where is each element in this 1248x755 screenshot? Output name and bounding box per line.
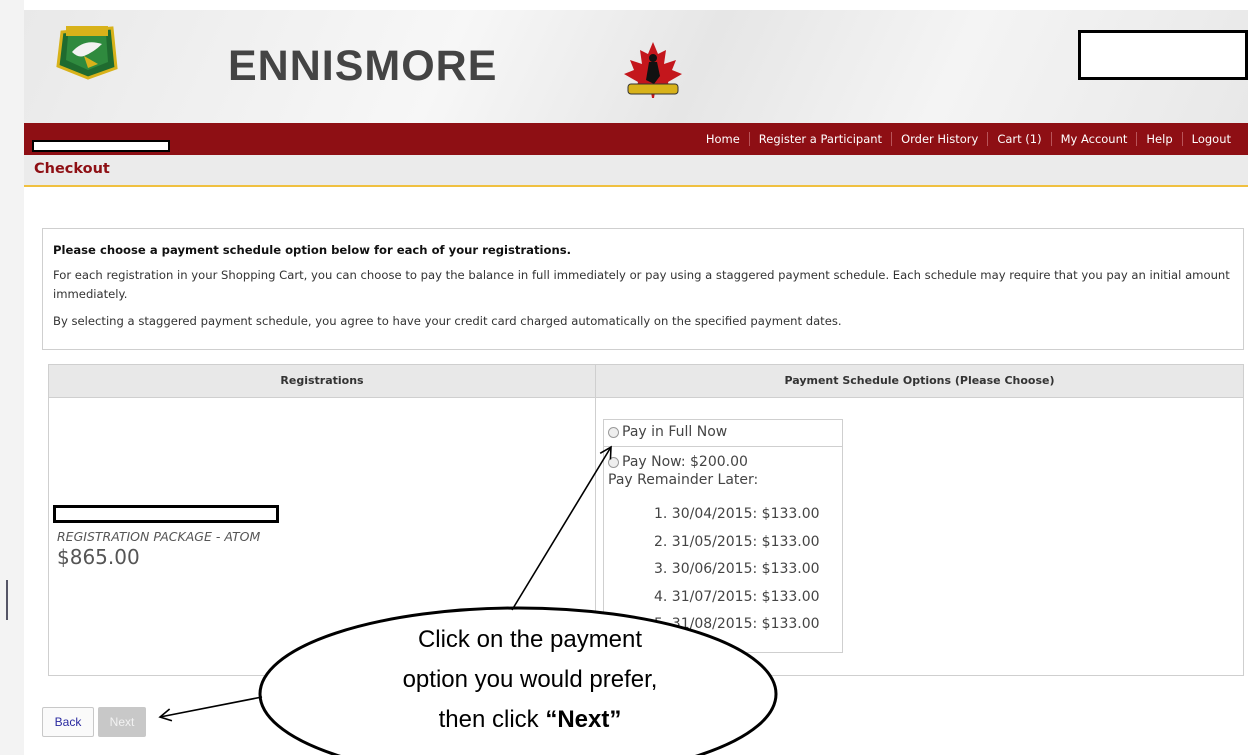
back-button[interactable]: Back <box>42 707 94 737</box>
schedule-item: 4. 31/07/2015: $133.00 <box>654 588 820 605</box>
left-edge-mark <box>6 580 8 620</box>
redacted-participant-name <box>53 505 279 523</box>
page-title-bar: Checkout <box>24 155 1248 187</box>
site-header: ENNISMORE <box>24 10 1248 123</box>
callout-line-2: option you would prefer, <box>402 666 658 693</box>
schedule-item: 3. 30/06/2015: $133.00 <box>654 561 820 577</box>
callout-line-3: then click “Next” <box>300 700 760 740</box>
payment-options-box: Pay in Full Now Pay Now: $200.00 Pay Rem… <box>603 419 843 653</box>
registrations-column-header: Registrations <box>49 365 596 397</box>
callout-line-3-prefix: then click <box>438 706 546 733</box>
instructions-heading: Please choose a payment schedule option … <box>53 243 572 257</box>
nav-link-cart[interactable]: Cart (1) <box>988 132 1052 146</box>
registration-package-name: REGISTRATION PACKAGE - ATOM <box>57 529 261 544</box>
instructions-paragraph-2: By selecting a staggered payment schedul… <box>53 314 842 328</box>
org-name: ENNISMORE <box>228 42 498 90</box>
instructions-box: Please choose a payment schedule option … <box>42 228 1244 350</box>
eagles-logo-icon <box>56 26 118 80</box>
redacted-header-box <box>1078 30 1248 80</box>
option-pay-in-full[interactable]: Pay in Full Now <box>604 420 842 447</box>
next-button[interactable]: Next <box>98 707 146 737</box>
ohf-maple-leaf-logo-icon <box>624 42 682 98</box>
callout-line-3-bold: “Next” <box>545 706 622 733</box>
nav-link-logout[interactable]: Logout <box>1183 132 1240 146</box>
staggered-payment-radio[interactable] <box>608 457 619 468</box>
pay-now-amount: Pay Now: $200.00 <box>622 454 748 470</box>
redacted-nav-bar <box>32 140 170 152</box>
page-title: Checkout <box>34 161 110 177</box>
instructions-paragraph-1: For each registration in your Shopping C… <box>53 268 1230 301</box>
callout-text: Click on the payment option you would pr… <box>300 620 760 740</box>
nav-link-register-participant[interactable]: Register a Participant <box>750 132 893 146</box>
main-navbar: Home Register a Participant Order Histor… <box>24 123 1248 155</box>
schedule-item: 1. 30/04/2015: $133.00 <box>654 506 820 522</box>
nav-link-home[interactable]: Home <box>697 132 750 146</box>
table-header-row: Registrations Payment Schedule Options (… <box>49 365 1243 398</box>
nav-link-my-account[interactable]: My Account <box>1052 132 1138 146</box>
callout-line-1: Click on the payment <box>417 626 643 653</box>
nav-link-help[interactable]: Help <box>1137 132 1183 146</box>
payment-options-column-header: Payment Schedule Options (Please Choose) <box>784 374 1055 387</box>
nav-links: Home Register a Participant Order Histor… <box>697 123 1240 155</box>
pay-in-full-label: Pay in Full Now <box>622 424 728 440</box>
pay-remainder-later-label: Pay Remainder Later: <box>608 472 759 488</box>
nav-link-order-history[interactable]: Order History <box>892 132 989 146</box>
registration-price: $865.00 <box>57 545 140 569</box>
schedule-item: 2. 31/05/2015: $133.00 <box>654 533 820 550</box>
left-edge-strip <box>0 0 24 755</box>
pay-in-full-radio[interactable] <box>608 427 619 438</box>
